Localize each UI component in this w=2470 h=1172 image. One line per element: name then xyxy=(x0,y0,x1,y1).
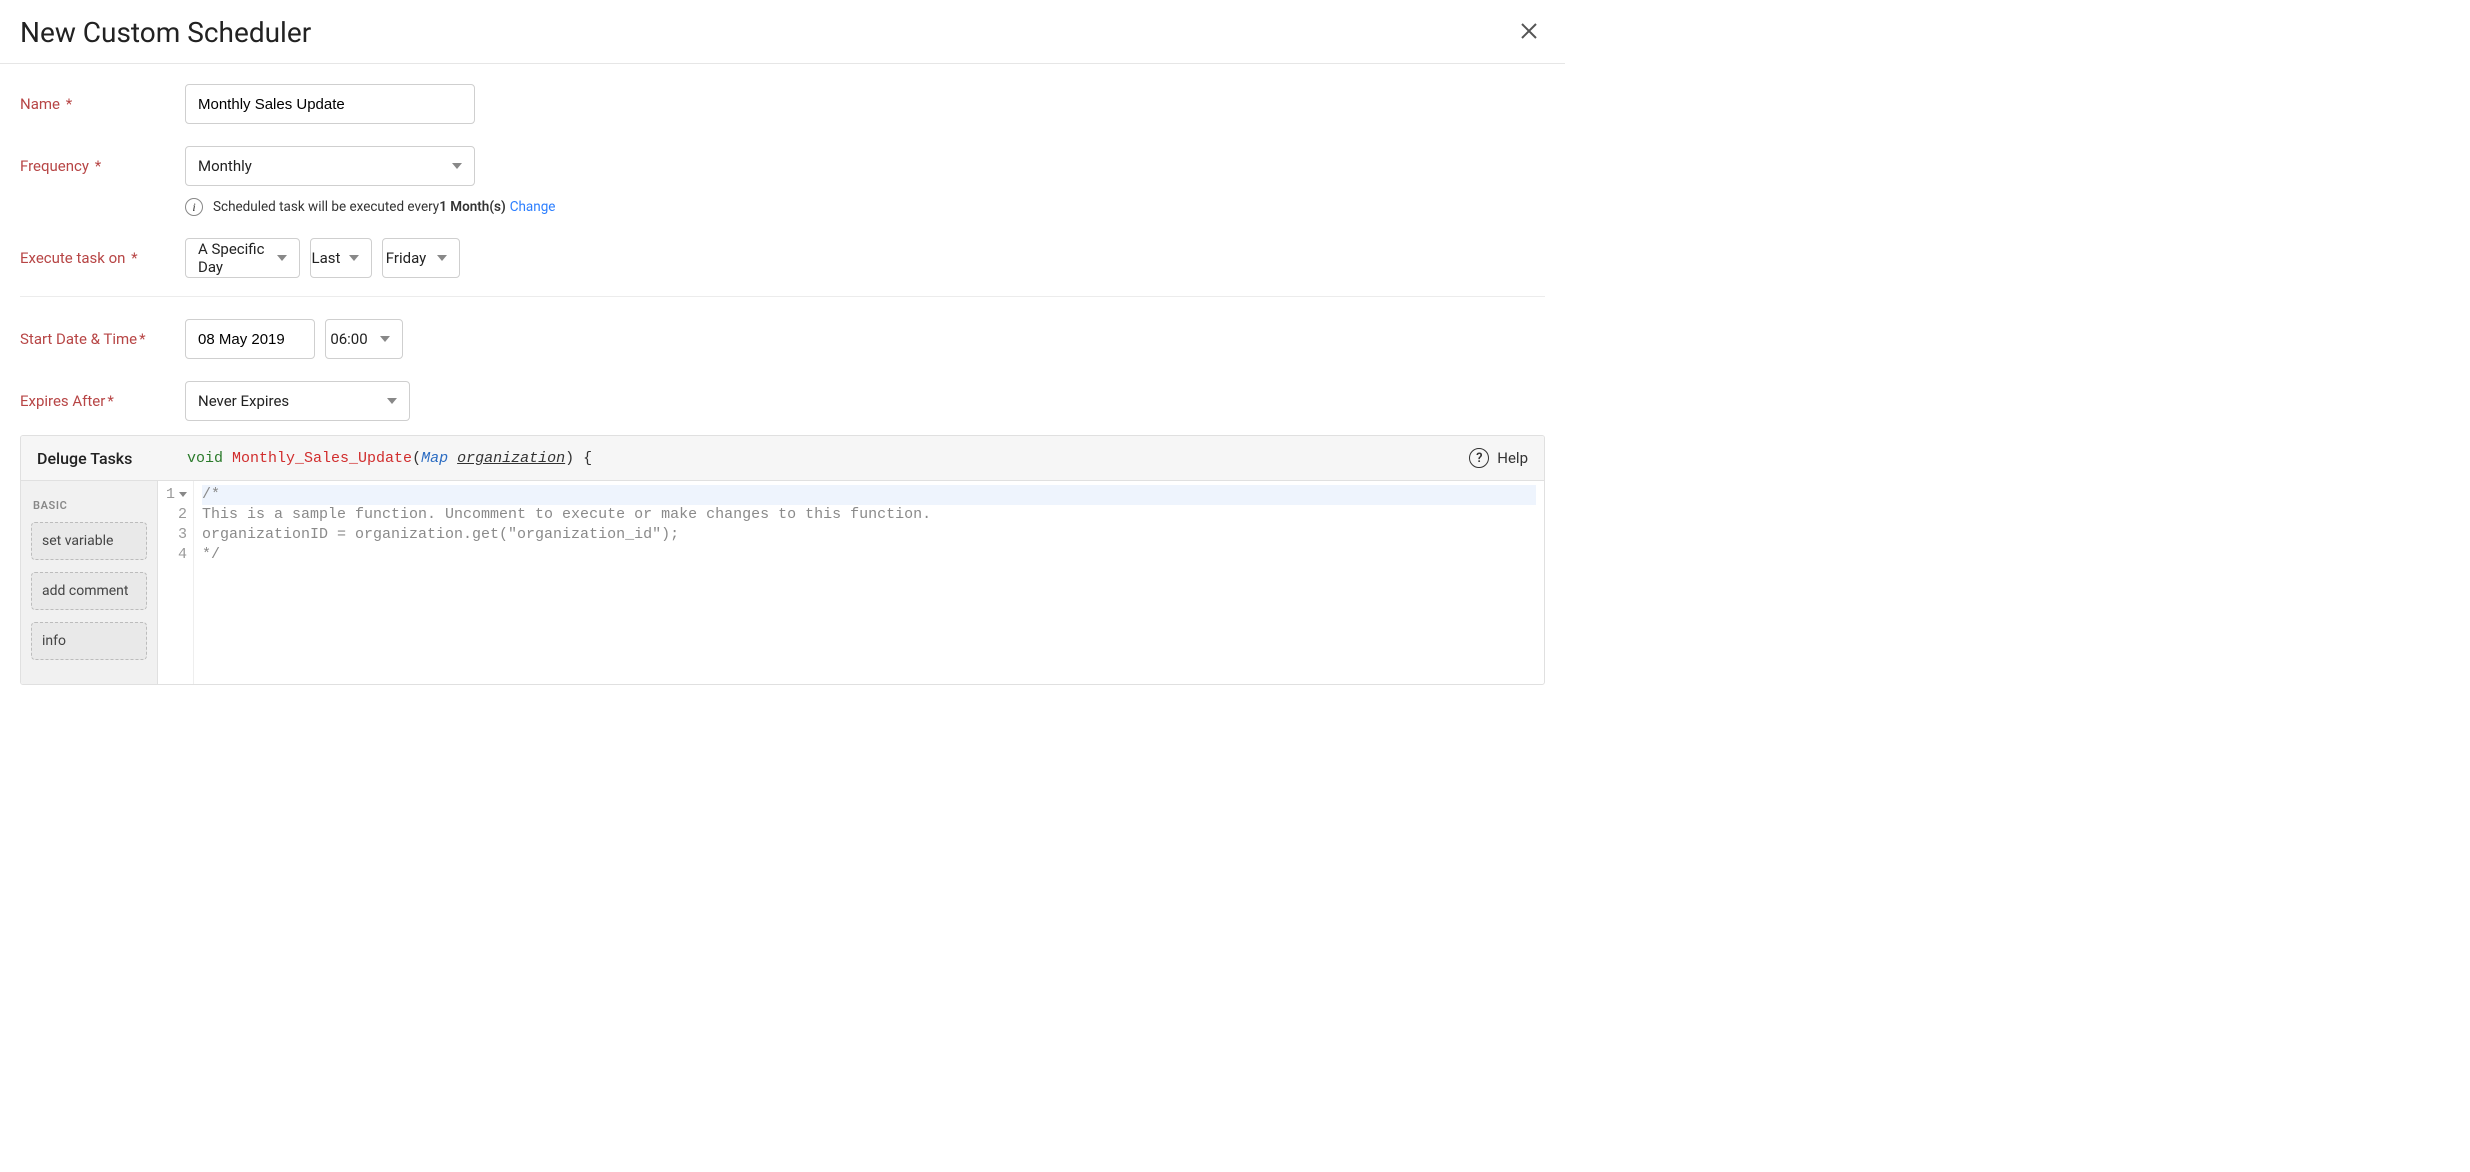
chevron-down-icon xyxy=(437,255,447,261)
frequency-select-value: Monthly xyxy=(198,157,252,175)
frequency-hint: i Scheduled task will be executed every … xyxy=(185,198,1545,216)
page-header: New Custom Scheduler xyxy=(0,0,1565,64)
close-button[interactable] xyxy=(1513,18,1545,48)
editor-body: Basic set variable add comment info 1 2 … xyxy=(21,481,1544,684)
frequency-hint-interval: 1 Month(s) xyxy=(439,199,506,215)
task-add-comment[interactable]: add comment xyxy=(31,572,147,610)
frequency-label: Frequency * xyxy=(20,157,185,175)
tasks-sidebar: Basic set variable add comment info xyxy=(21,481,158,684)
close-icon xyxy=(1519,21,1539,41)
start-label: Start Date & Time* xyxy=(20,330,185,348)
frequency-select[interactable]: Monthly xyxy=(185,146,475,186)
chevron-down-icon xyxy=(452,163,462,169)
function-signature: void Monthly_Sales_Update(Map organizati… xyxy=(187,450,592,467)
code-line: organizationID = organization.get("organ… xyxy=(202,525,1536,545)
frequency-change-link[interactable]: Change xyxy=(510,199,556,215)
task-category-basic: Basic xyxy=(33,499,145,512)
help-label: Help xyxy=(1497,449,1528,467)
chevron-down-icon xyxy=(387,398,397,404)
help-icon: ? xyxy=(1469,448,1489,468)
name-input[interactable] xyxy=(185,84,475,124)
expires-label: Expires After* xyxy=(20,392,185,410)
execute-ordinal-value: Last xyxy=(312,249,341,267)
frequency-hint-text: Scheduled task will be executed every xyxy=(213,199,439,215)
code-line: This is a sample function. Uncomment to … xyxy=(202,505,1536,525)
chevron-down-icon xyxy=(349,255,359,261)
task-set-variable[interactable]: set variable xyxy=(31,522,147,560)
task-info[interactable]: info xyxy=(31,622,147,660)
execute-ordinal-select[interactable]: Last xyxy=(310,238,372,278)
execute-row: Execute task on * A Specific Day Last Fr… xyxy=(20,238,1545,278)
code-area: 1 2 3 4 /* This is a sample function. Un… xyxy=(158,481,1544,684)
code-line: */ xyxy=(202,545,1536,565)
help-link[interactable]: ? Help xyxy=(1469,448,1528,468)
start-row: Start Date & Time* 06:00 xyxy=(20,319,1545,359)
name-label: Name * xyxy=(20,95,185,113)
expires-select[interactable]: Never Expires xyxy=(185,381,410,421)
form-divider xyxy=(20,296,1545,297)
code-gutter: 1 2 3 4 xyxy=(158,481,194,684)
page-title: New Custom Scheduler xyxy=(20,16,311,49)
execute-mode-value: A Specific Day xyxy=(198,240,265,276)
start-time-value: 06:00 xyxy=(330,330,367,348)
execute-weekday-select[interactable]: Friday xyxy=(382,238,460,278)
chevron-down-icon xyxy=(380,336,390,342)
editor-toolbar: Deluge Tasks void Monthly_Sales_Update(M… xyxy=(21,436,1544,481)
execute-weekday-value: Friday xyxy=(386,249,426,267)
expires-row: Expires After* Never Expires xyxy=(20,381,1545,421)
chevron-down-icon xyxy=(277,255,287,261)
keyword-void: void xyxy=(187,450,223,467)
deluge-editor-panel: Deluge Tasks void Monthly_Sales_Update(M… xyxy=(20,435,1545,685)
info-icon: i xyxy=(185,198,203,216)
name-row: Name * xyxy=(20,84,1545,124)
expires-value: Never Expires xyxy=(198,392,289,410)
start-date-input[interactable] xyxy=(185,319,315,359)
frequency-row: Frequency * Monthly xyxy=(20,146,1545,186)
code-editor[interactable]: /* This is a sample function. Uncomment … xyxy=(194,481,1544,684)
execute-mode-select[interactable]: A Specific Day xyxy=(185,238,300,278)
fold-icon[interactable] xyxy=(179,492,187,497)
execute-label: Execute task on * xyxy=(20,249,185,267)
function-name: Monthly_Sales_Update xyxy=(232,450,412,467)
deluge-tasks-title: Deluge Tasks xyxy=(37,449,187,468)
code-line: /* xyxy=(202,485,1536,505)
scheduler-form: Name * Frequency * Monthly i Scheduled t… xyxy=(0,64,1565,421)
param-name: organization xyxy=(457,450,565,467)
param-type: Map xyxy=(421,450,448,467)
start-time-select[interactable]: 06:00 xyxy=(325,319,403,359)
